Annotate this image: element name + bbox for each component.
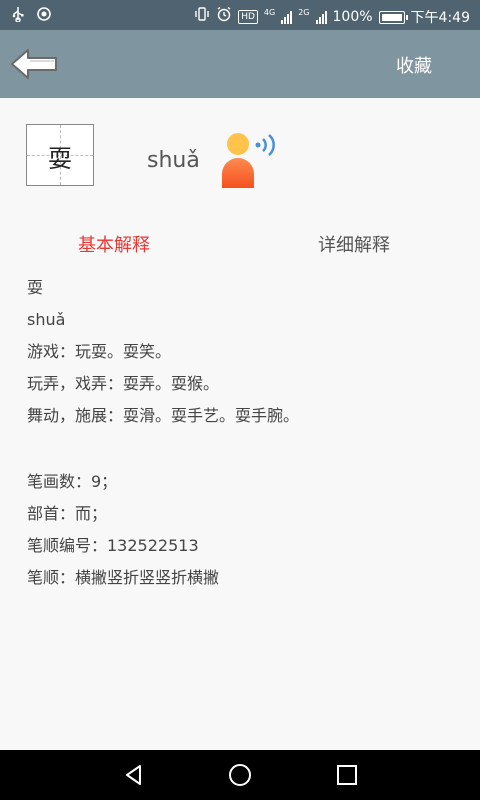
character-box: 耍 bbox=[26, 124, 94, 186]
network-type-1: 4G bbox=[263, 7, 276, 17]
character-glyph: 耍 bbox=[48, 145, 72, 173]
network-type-2: 2G bbox=[298, 7, 310, 17]
nav-recents-button[interactable] bbox=[334, 762, 360, 788]
radical: 部首：而； bbox=[27, 504, 108, 523]
definition-content: 耍 shuǎ 游戏：玩耍。耍笑。 玩弄，戏弄：耍弄。耍猴。 舞动，施展：耍滑。耍… bbox=[27, 274, 460, 596]
android-debug-icon bbox=[36, 6, 52, 28]
triangle-back-icon bbox=[126, 765, 141, 785]
definition-line: 舞动，施展：耍滑。耍手艺。耍手腕。 bbox=[27, 406, 300, 425]
tab-detailed-explanation[interactable]: 详细解释 bbox=[318, 231, 390, 257]
definition-line: 玩弄，戏弄：耍弄。耍猴。 bbox=[27, 374, 220, 393]
signal-icon bbox=[281, 10, 293, 24]
back-arrow-icon bbox=[11, 49, 57, 79]
alarm-icon bbox=[216, 6, 232, 28]
hd-badge: HD bbox=[238, 10, 258, 24]
stroke-count: 笔画数：9； bbox=[27, 472, 118, 491]
speaker-person-icon bbox=[222, 133, 275, 188]
battery-icon bbox=[378, 10, 408, 24]
clock: 下午4:49 bbox=[410, 10, 470, 26]
favorite-button[interactable]: 收藏 bbox=[396, 52, 432, 78]
usb-icon bbox=[12, 6, 24, 28]
circle-home-icon bbox=[229, 764, 251, 786]
app-bar: 收藏 bbox=[0, 30, 480, 98]
navigation-bar bbox=[0, 750, 480, 800]
stroke-order-code: 笔顺编号：132522513 bbox=[27, 536, 199, 555]
definition-line: 耍 bbox=[27, 278, 44, 297]
nav-back-button[interactable] bbox=[121, 762, 147, 788]
battery-percent: 100% bbox=[332, 9, 373, 25]
definition-line: 游戏：玩耍。耍笑。 bbox=[27, 342, 172, 361]
back-button[interactable] bbox=[10, 44, 60, 84]
nav-home-button[interactable] bbox=[227, 762, 253, 788]
definition-line: shuǎ bbox=[27, 310, 66, 329]
square-recents-icon bbox=[337, 765, 357, 785]
tab-basic-explanation[interactable]: 基本解释 bbox=[78, 231, 150, 257]
vibrate-icon bbox=[194, 6, 210, 28]
pinyin-display: shuǎ bbox=[147, 148, 200, 173]
signal-icon-2 bbox=[315, 10, 327, 24]
stroke-order: 笔顺：横撇竖折竖竖折横撇 bbox=[27, 568, 220, 587]
status-bar: HD 4G 2G 100% 下午4:49 bbox=[0, 0, 480, 30]
pronounce-button[interactable] bbox=[218, 130, 280, 190]
